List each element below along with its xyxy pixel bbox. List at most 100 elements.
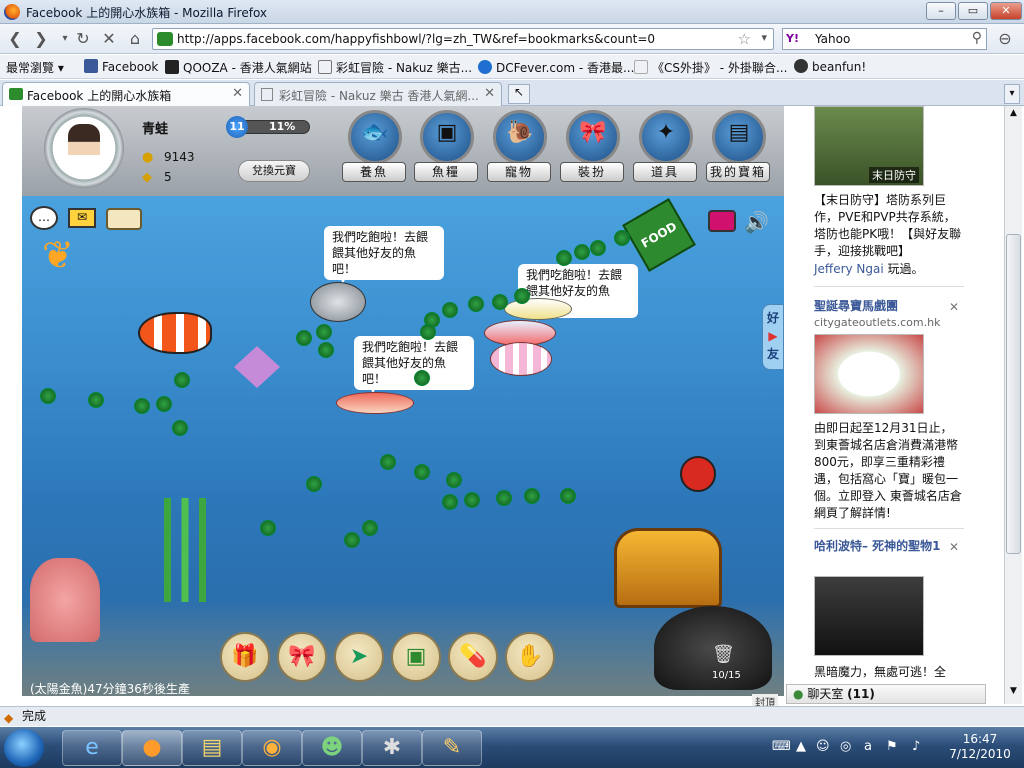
ad-harry-potter-image[interactable] — [814, 576, 924, 656]
feed-tool-button[interactable]: ▣ — [391, 632, 441, 682]
bookmark-qooza[interactable]: QOOZA - 香港人氣網站 — [165, 59, 312, 76]
start-button[interactable] — [4, 729, 44, 767]
paint-taskbar-icon[interactable]: ✎ — [422, 730, 482, 766]
flag-tray-icon[interactable]: ⚑ — [886, 739, 898, 754]
food-pellet[interactable] — [156, 396, 172, 412]
speaker-icon[interactable]: 🔊 — [744, 210, 769, 234]
food-pellet[interactable] — [524, 488, 540, 504]
food-pellet[interactable] — [420, 324, 436, 340]
yellow-fish[interactable] — [504, 298, 572, 320]
bookmark-facebook[interactable]: Facebook — [84, 59, 158, 74]
food-pellet[interactable] — [88, 392, 104, 408]
food-pellet[interactable] — [414, 370, 430, 386]
back-icon[interactable]: ❮ — [4, 28, 26, 50]
food-pellet[interactable] — [318, 342, 334, 358]
messenger-taskbar-icon[interactable]: ☻ — [302, 730, 362, 766]
chat-bubble-icon[interactable]: … — [30, 206, 58, 230]
gray-fish[interactable] — [310, 282, 366, 322]
food-pellet[interactable] — [260, 520, 276, 536]
url-dropdown-icon[interactable]: ▾ — [761, 31, 767, 44]
butterfly-icon[interactable]: ❦ — [42, 232, 102, 278]
page-scrollbar[interactable]: ▲ ▼ — [1004, 106, 1022, 704]
ie-taskbar-icon[interactable]: e — [62, 730, 122, 766]
bookmark-cs[interactable]: 《CS外掛》 - 外掛聯合... — [634, 59, 787, 76]
redeem-button[interactable]: 兌換元寶 — [238, 160, 310, 182]
tab-nakuz[interactable]: 彩虹冒險 - Nakuz 樂古 香港人氣網... ✕ — [254, 82, 502, 106]
minimize-button[interactable]: – — [926, 2, 956, 20]
food-pellet[interactable] — [414, 464, 430, 480]
food-pellet[interactable] — [174, 372, 190, 388]
items-button[interactable]: ✦ 道具 — [633, 110, 697, 184]
ad-game-user[interactable]: Jeffery Ngai 玩過。 — [814, 260, 924, 277]
firefox-taskbar-icon[interactable]: ● — [122, 730, 182, 766]
bookmark-most-visited[interactable]: 最常瀏覽 ▾ — [6, 59, 64, 76]
striped-pink-fish[interactable] — [490, 342, 552, 376]
food-pellet[interactable] — [296, 330, 312, 346]
ad-game-image[interactable]: 末日防守 — [814, 106, 924, 186]
search-box[interactable]: Y! Yahoo ⚲ — [782, 28, 987, 50]
food-pellet[interactable] — [134, 398, 150, 414]
addons-icon[interactable]: ⊖ — [994, 28, 1016, 50]
food-pellet[interactable] — [560, 488, 576, 504]
app-tray-icon[interactable]: ☺ — [816, 739, 830, 754]
stop-icon[interactable]: ✕ — [98, 28, 120, 50]
ad-circus-image[interactable] — [814, 334, 924, 414]
tool-taskbar-icon[interactable]: ✱ — [362, 730, 422, 766]
food-pellet[interactable] — [380, 454, 396, 470]
scroll-down-icon[interactable]: ▼ — [1006, 686, 1021, 700]
url-bar[interactable]: http://apps.facebook.com/happyfishbowl/?… — [152, 28, 774, 50]
url-text[interactable]: http://apps.facebook.com/happyfishbowl/?… — [177, 32, 655, 46]
ad-harry-potter-title[interactable]: 哈利波特– 死神的聖物1 — [814, 538, 954, 554]
bookmark-dcfever[interactable]: DCFever.com - 香港最... — [478, 59, 634, 76]
tab-happyfishbowl[interactable]: Facebook 上的開心水族箱 ✕ — [2, 82, 250, 106]
network-tray-icon[interactable]: ◎ — [840, 739, 851, 754]
decorate-tool-button[interactable]: 🎀 — [277, 632, 327, 682]
tray-expand-icon[interactable]: ▲ — [796, 739, 806, 754]
food-pellet[interactable] — [446, 472, 462, 488]
chat-bar[interactable]: ● 聊天室 (11) — [786, 684, 986, 704]
decorate-button[interactable]: 🎀 裝扮 — [560, 110, 624, 184]
treasure-chest[interactable] — [614, 528, 722, 608]
raise-fish-button[interactable]: 🐟 養魚 — [342, 110, 406, 184]
food-pellet[interactable] — [468, 296, 484, 312]
language-tray-icon[interactable]: a — [864, 739, 872, 754]
bookmark-star-icon[interactable]: ☆ — [738, 30, 751, 48]
media-taskbar-icon[interactable]: ◉ — [242, 730, 302, 766]
food-pellet[interactable] — [306, 476, 322, 492]
food-pellet[interactable] — [514, 288, 530, 304]
food-pellet[interactable] — [344, 532, 360, 548]
trash-icon[interactable]: 🗑 — [712, 644, 735, 665]
food-pellet[interactable] — [442, 494, 458, 510]
tab-list-dropdown-icon[interactable]: ▾ — [1004, 84, 1020, 104]
move-tool-button[interactable]: ➤ — [334, 632, 384, 682]
small-red-fish[interactable] — [680, 456, 716, 492]
coral-decoration[interactable] — [30, 558, 100, 642]
close-window-button[interactable]: ✕ — [990, 2, 1022, 20]
search-icon[interactable]: ⚲ — [972, 30, 982, 46]
gift-tool-button[interactable]: 🎁 — [220, 632, 270, 682]
food-pellet[interactable] — [556, 250, 572, 266]
food-pellet[interactable] — [362, 520, 378, 536]
clownfish[interactable] — [138, 312, 212, 354]
food-pellet[interactable] — [590, 240, 606, 256]
food-pellet[interactable] — [464, 492, 480, 508]
food-pellet[interactable] — [574, 244, 590, 260]
maximize-button[interactable]: ▭ — [958, 2, 988, 20]
friends-side-tab[interactable]: 好 ▶ 友 — [762, 304, 784, 370]
pet-button[interactable]: 🐌 寵物 — [487, 110, 551, 184]
seaweed-decoration[interactable] — [150, 498, 220, 602]
yahoo-logo-icon[interactable]: Y! — [786, 32, 799, 45]
keyboard-tray-icon[interactable]: ⌨ — [772, 739, 791, 754]
forward-icon[interactable]: ❯ — [30, 28, 52, 50]
tab-close-icon[interactable]: ✕ — [232, 86, 243, 101]
food-pellet[interactable] — [40, 388, 56, 404]
medicine-tool-button[interactable]: 💊 — [448, 632, 498, 682]
food-pellet[interactable] — [316, 324, 332, 340]
search-input[interactable]: Yahoo — [815, 32, 850, 46]
ad-circus-title[interactable]: 聖誕尋寶馬戲團 — [814, 298, 954, 314]
scroll-icon[interactable] — [106, 208, 142, 230]
food-pellet[interactable] — [614, 230, 630, 246]
clock[interactable]: 16:47 7/12/2010 — [940, 732, 1020, 762]
mail-icon[interactable]: ✉ — [68, 208, 96, 228]
treasure-box-button[interactable]: ▤ 我的寶箱 — [706, 110, 770, 184]
